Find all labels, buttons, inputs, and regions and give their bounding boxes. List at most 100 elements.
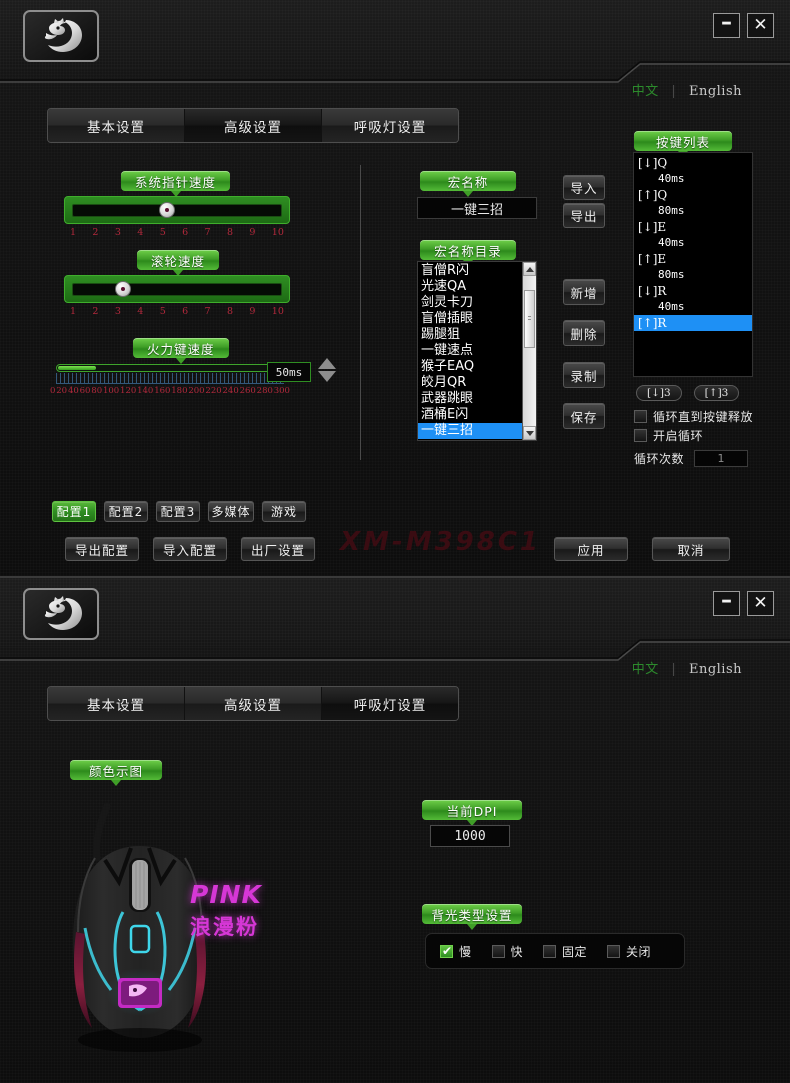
tab-basic-settings[interactable]: 基本设置	[48, 109, 185, 142]
tick: 120	[120, 386, 137, 396]
tick: 3	[114, 306, 121, 317]
backlight-option-off[interactable]: 关闭	[607, 943, 651, 960]
fire-speed-slider-group: 0 20 40 60 80 100 120 140 160 180 200 22…	[50, 364, 290, 396]
save-macro-button[interactable]: 保存	[563, 403, 605, 429]
backlight-option-fixed[interactable]: 固定	[543, 943, 587, 960]
macro-list-item[interactable]: 光速QA	[418, 279, 522, 295]
tab-advanced-settings[interactable]: 高级设置	[185, 687, 322, 720]
key-down-count-pill: [↓]3	[636, 385, 682, 401]
import-config-button[interactable]: 导入配置	[153, 537, 227, 561]
key-up-count-pill: [↑]3	[693, 385, 740, 401]
profile-button-1[interactable]: 配置1	[52, 501, 96, 522]
export-config-button[interactable]: 导出配置	[65, 537, 139, 561]
profile-button-2[interactable]: 配置2	[104, 501, 148, 522]
language-english[interactable]: English	[689, 84, 742, 99]
enable-loop-row[interactable]: 开启循环	[634, 427, 703, 444]
key-list-key-item[interactable]: [↑]E	[634, 251, 752, 267]
tab-advanced-settings[interactable]: 高级设置	[185, 109, 322, 142]
backlight-fixed-checkbox[interactable]	[543, 944, 557, 958]
key-list-key-item[interactable]: [↓]Q	[634, 155, 752, 171]
spinner-up-icon[interactable]	[318, 358, 336, 369]
tab-breathing-light-settings[interactable]: 呼吸灯设置	[322, 109, 458, 142]
apply-button[interactable]: 应用	[554, 537, 628, 561]
scrollbar-thumb[interactable]	[524, 290, 535, 348]
key-list-key-item[interactable]: [↓]E	[634, 219, 752, 235]
scroll-up-arrow-icon[interactable]	[523, 262, 536, 276]
key-list-delay-item[interactable]: 80ms	[634, 267, 752, 283]
language-chinese[interactable]: 中文	[632, 84, 659, 99]
backlight-option-fast[interactable]: 快	[491, 943, 524, 960]
macro-list-item[interactable]: 皎月QR	[418, 375, 522, 391]
macro-list-item[interactable]: 剑灵卡刀	[418, 295, 522, 311]
export-button[interactable]: 导出	[563, 203, 605, 228]
fire-speed-spinner[interactable]	[318, 358, 336, 382]
tab-basic-settings[interactable]: 基本设置	[48, 687, 185, 720]
backlight-fast-checkbox[interactable]	[491, 944, 505, 958]
key-list-delay-item[interactable]: 80ms	[634, 203, 752, 219]
minimize-button[interactable]: –	[713, 590, 740, 616]
macro-list-items[interactable]: 盲僧R闪 光速QA 剑灵卡刀 盲僧插眼 踢腿狙 一键速点 猴子EAQ 皎月QR 武器跳眼 酒桶E闪…	[418, 262, 522, 440]
delete-macro-button[interactable]: 删除	[563, 320, 605, 346]
spinner-down-icon[interactable]	[318, 371, 336, 382]
macro-list-item[interactable]: 武器跳眼	[418, 391, 522, 407]
loop-until-release-checkbox[interactable]	[634, 410, 647, 423]
language-chinese[interactable]: 中文	[632, 662, 659, 677]
macro-list-item[interactable]: 酒桶E闪	[418, 407, 522, 423]
profile-button-3[interactable]: 配置3	[156, 501, 200, 522]
tick: 260	[239, 386, 256, 396]
minimize-button[interactable]: –	[713, 12, 740, 38]
tick: 5	[159, 227, 166, 238]
scroll-down-arrow-icon[interactable]	[523, 426, 536, 440]
dragon-logo-icon	[44, 596, 82, 630]
wheel-speed-slider-handle[interactable]	[115, 281, 131, 297]
record-macro-button[interactable]: 录制	[563, 362, 605, 388]
tick: 100	[102, 386, 120, 396]
enable-loop-checkbox[interactable]	[634, 429, 647, 442]
loop-count-input[interactable]: 1	[694, 450, 749, 467]
key-list-key-item[interactable]: [↑]Q	[634, 187, 752, 203]
close-button[interactable]: ✕	[747, 591, 774, 616]
tick: 60	[79, 386, 91, 396]
cancel-button[interactable]: 取消	[652, 537, 730, 561]
language-english[interactable]: English	[689, 662, 742, 677]
tab-breathing-light-settings[interactable]: 呼吸灯设置	[322, 687, 458, 720]
backlight-option-slow[interactable]: 慢	[440, 943, 472, 960]
import-button[interactable]: 导入	[563, 175, 605, 200]
macro-list-item[interactable]: 一键速点	[418, 343, 522, 359]
close-button[interactable]: ✕	[747, 13, 774, 38]
tick: 220	[205, 386, 222, 396]
wheel-speed-slider[interactable]	[64, 275, 290, 303]
key-list-delay-item[interactable]: 40ms	[634, 171, 752, 187]
fire-speed-slider[interactable]	[56, 364, 284, 372]
pointer-speed-slider-handle[interactable]	[159, 202, 175, 218]
macro-list-item[interactable]: 一键三招	[418, 423, 522, 439]
fire-speed-value[interactable]: 50ms	[267, 362, 311, 382]
loop-until-release-row[interactable]: 循环直到按键释放	[634, 408, 753, 425]
wheel-speed-slider-group: 1 2 3 4 5 6 7 8 9 10	[64, 275, 290, 317]
profile-button-game[interactable]: 游戏	[262, 501, 306, 522]
key-list-delay-item[interactable]: 40ms	[634, 299, 752, 315]
key-list[interactable]: [↓]Q 40ms [↑]Q 80ms [↓]E 40ms [↑]E 80ms [↓]R 40ms…	[633, 152, 753, 377]
tick: 140	[137, 386, 154, 396]
tick: 10	[271, 227, 284, 238]
key-count-pills: [↓]3 [↑]3	[636, 385, 740, 401]
add-macro-button[interactable]: 新增	[563, 279, 605, 305]
key-list-key-item[interactable]: [↑]R	[634, 315, 752, 331]
profile-button-multimedia[interactable]: 多媒体	[208, 501, 254, 522]
backlight-slow-checkbox[interactable]	[440, 944, 453, 958]
key-list-key-item[interactable]: [↓]R	[634, 283, 752, 299]
tick: 2	[92, 227, 99, 238]
macro-name-input[interactable]: 一键三招	[417, 197, 537, 219]
pointer-speed-slider[interactable]	[64, 196, 290, 224]
macro-list-item[interactable]: 踢腿狙	[418, 327, 522, 343]
window-controls-bottom: – ✕	[713, 590, 774, 616]
macro-list[interactable]: 盲僧R闪 光速QA 剑灵卡刀 盲僧插眼 踢腿狙 一键速点 猴子EAQ 皎月QR 武器跳眼 酒桶E闪…	[417, 261, 537, 441]
macro-list-item[interactable]: 猴子EAQ	[418, 359, 522, 375]
macro-list-scrollbar[interactable]	[522, 262, 536, 440]
key-list-delay-item[interactable]: 40ms	[634, 235, 752, 251]
factory-reset-button[interactable]: 出厂设置	[241, 537, 315, 561]
macro-list-item[interactable]: 盲僧R闪	[418, 263, 522, 279]
backlight-off-checkbox[interactable]	[607, 944, 621, 958]
dpi-value[interactable]: 1000	[430, 825, 510, 847]
macro-list-item[interactable]: 盲僧插眼	[418, 311, 522, 327]
